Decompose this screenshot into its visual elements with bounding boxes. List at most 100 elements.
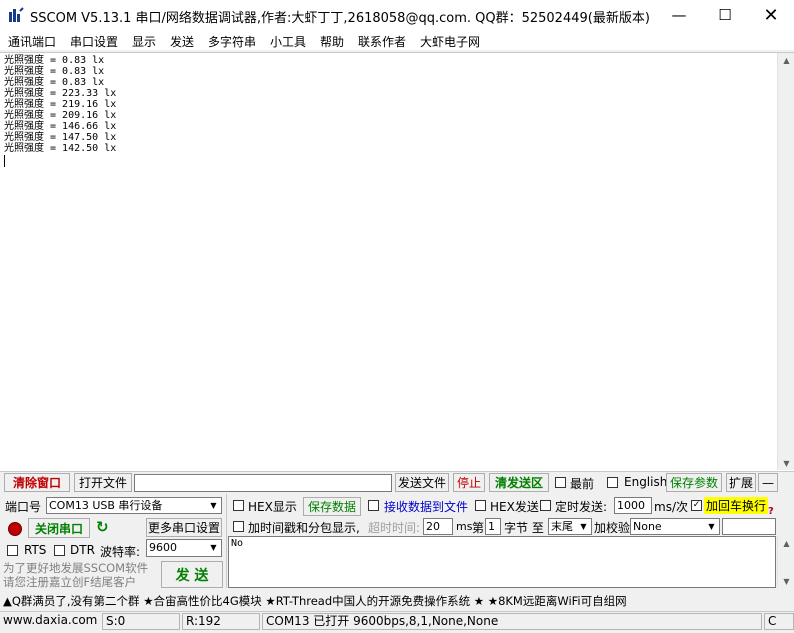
timeout-label: 超时时间: (368, 521, 421, 535)
byte-label-pre: 第 (472, 521, 485, 535)
topmost-label: 最前 (570, 477, 595, 491)
file-path-input[interactable] (134, 474, 392, 492)
english-checkbox[interactable] (607, 477, 618, 488)
status-site[interactable]: www.daxia.com (0, 613, 100, 630)
receive-line: 光照强度 = 0.83 lx (4, 66, 105, 77)
text-cursor (4, 155, 5, 167)
extra-input[interactable] (722, 518, 776, 535)
maximize-icon[interactable]: ☐ (702, 0, 748, 30)
interval-unit: ms/次 (654, 500, 688, 514)
ticker-text[interactable]: ▲Q群满员了,没有第二个群 ★合宙高性价比4G模块 ★RT-Thread中国人的… (3, 593, 627, 609)
rts-label: RTS (24, 543, 47, 557)
port-status-indicator-icon (8, 522, 22, 536)
english-label: English (624, 475, 668, 489)
chevron-down-icon: ▼ (210, 501, 217, 510)
receive-line: 光照强度 = 0.83 lx (4, 77, 105, 88)
receive-line: 光照强度 = 146.66 lx (4, 121, 117, 132)
refresh-icon[interactable]: ↻ (96, 518, 109, 536)
port-label: 端口号 (5, 500, 42, 514)
divider (226, 494, 227, 588)
topmost-checkbox[interactable] (555, 477, 566, 488)
baud-label: 波特率: (100, 545, 141, 559)
status-port-state: COM13 已打开 9600bps,8,1,None,None (262, 613, 762, 630)
add-crlf-label: 加回车换行 (704, 497, 769, 514)
timed-send-checkbox[interactable] (540, 500, 551, 511)
window-title: SSCOM V5.13.1 串口/网络数据调试器,作者:大虾丁丁,2618058… (30, 11, 650, 26)
receive-area[interactable]: 光照强度 = 0.83 lx 光照强度 = 0.83 lx 光照强度 = 0.83 … (0, 52, 794, 472)
menu-display[interactable]: 显示 (132, 33, 156, 50)
receive-line: 光照强度 = 209.16 lx (4, 110, 117, 121)
receive-log: 光照强度 = 0.83 lx 光照强度 = 0.83 lx 光照强度 = 0.83 … (4, 55, 116, 154)
send-textarea[interactable]: No (228, 536, 776, 588)
minimize-icon[interactable]: — (656, 0, 702, 30)
scroll-up-icon[interactable]: ▲ (778, 536, 794, 550)
receive-line: 光照强度 = 0.83 lx (4, 55, 105, 66)
checksum-select[interactable]: None ▼ (630, 518, 720, 535)
menu-help[interactable]: 帮助 (320, 33, 344, 50)
status-received: R:192 (182, 613, 260, 630)
recv-to-file-checkbox[interactable] (368, 500, 379, 511)
more-settings-button[interactable]: 更多串口设置 (146, 518, 222, 537)
byte-index-input[interactable]: 1 (485, 518, 501, 535)
interval-input[interactable]: 1000 (614, 497, 652, 514)
menu-daxia-site[interactable]: 大虾电子网 (420, 33, 480, 50)
close-icon[interactable]: ✕ (748, 0, 794, 30)
add-crlf-checkbox[interactable]: ✓ (691, 500, 702, 511)
scroll-up-icon[interactable]: ▲ (778, 53, 794, 67)
menu-multi-string[interactable]: 多字符串 (208, 33, 256, 50)
menu-contact-author[interactable]: 联系作者 (358, 33, 406, 50)
checksum-value: None (633, 520, 662, 533)
menu-tools[interactable]: 小工具 (270, 33, 306, 50)
byte-label-post: 字节 至 (504, 521, 544, 535)
receive-line: 光照强度 = 219.16 lx (4, 99, 117, 110)
hex-send-checkbox[interactable] (475, 500, 486, 511)
save-params-button[interactable]: 保存参数 (666, 473, 722, 492)
dtr-checkbox[interactable] (54, 545, 65, 556)
clear-send-button[interactable]: 清发送区 (489, 473, 549, 492)
promo-text: 为了更好地发展SSCOM软件 请您注册嘉立创F结尾客户 (3, 561, 149, 589)
timeout-unit: ms (456, 520, 473, 533)
scroll-down-icon[interactable]: ▼ (778, 456, 794, 470)
send-file-button[interactable]: 发送文件 (395, 473, 449, 492)
help-question-icon[interactable]: ? (768, 506, 774, 517)
app-logo-icon (9, 7, 24, 22)
expand-button[interactable]: 扩展 (726, 473, 756, 492)
open-file-button[interactable]: 打开文件 (74, 473, 132, 492)
receive-line: 光照强度 = 223.33 lx (4, 88, 117, 99)
status-last: C (764, 613, 794, 630)
hex-display-checkbox[interactable] (233, 500, 244, 511)
stop-button[interactable]: 停止 (453, 473, 485, 492)
send-text: No (231, 538, 244, 549)
close-port-button[interactable]: 关闭串口 (28, 518, 90, 538)
collapse-button[interactable]: — (758, 473, 778, 492)
dtr-label: DTR (70, 543, 95, 557)
clear-window-button[interactable]: 清除窗口 (4, 473, 70, 492)
menu-comm-port[interactable]: 通讯端口 (8, 33, 56, 50)
save-data-button[interactable]: 保存数据 (303, 497, 361, 516)
port-select[interactable]: COM13 USB 串行设备 ▼ (46, 497, 222, 514)
timed-send-label: 定时发送: (555, 500, 608, 514)
send-button[interactable]: 发 送 (161, 561, 223, 588)
scroll-down-icon[interactable]: ▼ (778, 574, 794, 588)
baud-select[interactable]: 9600 ▼ (146, 539, 222, 557)
send-scrollbar[interactable]: ▲ ▼ (777, 536, 794, 588)
receive-line: 光照强度 = 147.50 lx (4, 132, 117, 143)
chevron-down-icon: ▼ (708, 522, 715, 531)
rts-checkbox[interactable] (7, 545, 18, 556)
port-select-value: COM13 USB 串行设备 (49, 499, 163, 512)
byte-end-select[interactable]: 末尾 ▼ (548, 518, 592, 535)
menu-serial-settings[interactable]: 串口设置 (70, 33, 118, 50)
recv-to-file-label[interactable]: 接收数据到文件 (384, 498, 468, 515)
receive-line: 光照强度 = 142.50 lx (4, 143, 117, 154)
checksum-label: 加校验 (594, 521, 631, 535)
hex-send-label: HEX发送 (490, 500, 539, 514)
status-sent: S:0 (102, 613, 180, 630)
chevron-down-icon: ▼ (580, 522, 587, 531)
receive-scrollbar[interactable]: ▲ ▼ (777, 53, 794, 470)
byte-end-value: 末尾 (551, 520, 573, 533)
timeout-input[interactable]: 20 (423, 518, 453, 535)
menu-send[interactable]: 发送 (170, 33, 194, 50)
timestamp-checkbox[interactable] (233, 521, 244, 532)
timestamp-label: 加时间戳和分包显示, (248, 521, 360, 535)
hex-display-label: HEX显示 (248, 500, 297, 514)
